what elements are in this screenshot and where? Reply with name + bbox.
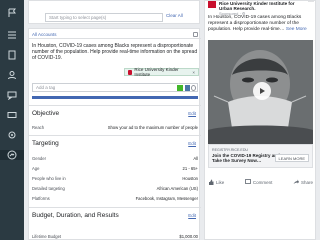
comment-icon (244, 179, 251, 184)
row-label: Lifetime Budget (32, 234, 62, 239)
objective-section: Objective Edit Reach Show your ad to the… (29, 105, 201, 133)
ad-primary-text: In Houston, COVID-19 cases among Blacks … (208, 15, 314, 32)
ad-actions: Like Comment Share (208, 179, 313, 185)
row-label: Age (32, 166, 40, 171)
like-label: Like (216, 179, 225, 185)
row-value: $1,000.00 (179, 234, 198, 239)
row-value: 21 - 65+ (182, 166, 198, 171)
objective-edit-link[interactable]: Edit (188, 111, 196, 116)
video-icon[interactable] (6, 110, 18, 120)
page-tag-chip[interactable]: Rice University Kinder Institute × (124, 67, 199, 77)
rice-logo-icon (128, 69, 133, 75)
close-icon[interactable]: × (192, 70, 195, 75)
objective-row: Reach Show your ad to the maximum number… (32, 125, 198, 130)
tab-label: All Accounts (32, 32, 57, 37)
gear-icon[interactable] (6, 130, 18, 140)
ad-link-card[interactable]: REGISTRY.RICE.EDU Join the COVID-19 Regi… (208, 144, 313, 168)
ad-video[interactable] (208, 40, 313, 144)
row-value: African American (US) (156, 186, 198, 191)
targeting-row: People who live in Houston (32, 176, 198, 181)
list-icon[interactable] (6, 30, 18, 40)
page-search-input[interactable]: Start typing to select page(s) (45, 13, 163, 22)
comment-button[interactable]: Comment (244, 179, 273, 185)
more-options-icon[interactable]: ··· (308, 0, 314, 5)
targeting-row: Platforms Facebook, Instagram, Messenger (32, 196, 198, 201)
share-label: Share (300, 179, 313, 185)
advertiser-name[interactable]: Rice University Kinder Institute for Urb… (219, 1, 309, 11)
row-label: Gender (32, 156, 46, 161)
targeting-edit-link[interactable]: Edit (188, 141, 196, 146)
clear-all-link[interactable]: Clear All (166, 13, 183, 18)
row-value: All (193, 156, 198, 161)
link-url: REGISTRY.RICE.EDU (212, 148, 249, 152)
ad-editor-panel: Start typing to select page(s) Clear All… (28, 0, 201, 240)
budget-edit-link[interactable]: Edit (188, 213, 196, 218)
row-label: Detailed targeting (32, 186, 65, 191)
learn-more-button[interactable]: LEARN MORE (274, 154, 309, 162)
row-label: Platforms (32, 196, 50, 201)
progress-divider (32, 96, 198, 99)
budget-row: Lifetime Budget $1,000.00 (32, 234, 198, 239)
targeting-row: Detailed targeting African American (US) (32, 186, 198, 191)
primary-text[interactable]: In Houston, COVID-19 cases among Blacks … (32, 43, 198, 61)
targeting-row: Age 21 - 65+ (32, 166, 198, 171)
budget-title: Budget, Duration, and Results (32, 212, 119, 219)
add-tag-field[interactable]: Add a tag (32, 83, 198, 92)
row-value: Facebook, Instagram, Messenger (135, 196, 198, 201)
share-icon (293, 179, 299, 184)
advertiser-logo (208, 1, 216, 8)
tag-chip-label: Rice University Kinder Institute (134, 67, 179, 77)
comment-label: Comment (252, 179, 273, 185)
message-icon[interactable] (6, 90, 18, 100)
see-more-link[interactable]: See More (286, 27, 307, 32)
row-label: Reach (32, 125, 45, 130)
left-icon-rail (0, 0, 24, 240)
add-tag-placeholder: Add a tag (36, 85, 56, 90)
row-value: Houston (182, 176, 198, 181)
flag-icon[interactable] (6, 8, 18, 18)
page-selector-card: Start typing to select page(s) Clear All (28, 0, 200, 24)
document-icon[interactable] (6, 50, 18, 60)
targeting-row: Gender All (32, 156, 198, 161)
budget-section: Budget, Duration, and Results Edit Lifet… (29, 207, 201, 240)
like-button[interactable]: Like (208, 179, 224, 185)
preview-icon[interactable] (193, 32, 198, 37)
targeting-section: Targeting Edit Gender All Age 21 - 65+ P… (29, 135, 201, 205)
emoji-icon[interactable] (191, 85, 196, 91)
row-label: People who live in (32, 176, 66, 181)
thumbs-up-icon (209, 179, 214, 185)
messenger-icon[interactable] (0, 150, 24, 160)
play-icon[interactable] (253, 82, 271, 100)
ad-preview-panel: Rice University Kinder Institute for Urb… (204, 0, 316, 240)
profile-icon[interactable] (6, 70, 18, 80)
facebook-icon[interactable] (185, 85, 190, 91)
ad-settings-card: All Accounts In Houston, COVID-19 cases … (28, 28, 201, 240)
objective-title: Objective (32, 110, 60, 117)
text-format-icon[interactable] (177, 85, 183, 91)
share-button[interactable]: Share (293, 179, 313, 185)
row-value: Show your ad to the maximum number of pe… (107, 125, 198, 130)
targeting-title: Targeting (32, 140, 59, 147)
link-headline: Join the COVID-19 Registry and Take the … (212, 153, 280, 163)
tab-all-accounts[interactable]: All Accounts (29, 29, 201, 39)
